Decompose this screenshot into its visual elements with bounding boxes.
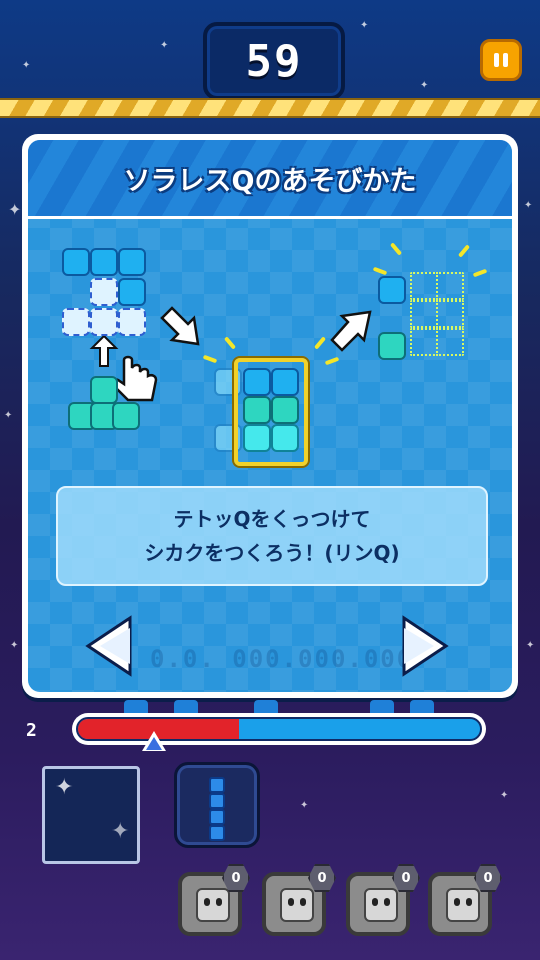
piece-tile [209, 825, 225, 841]
eye [384, 898, 390, 906]
character-face-icon [196, 888, 230, 922]
block-tile [90, 248, 118, 276]
block-peek [254, 700, 278, 714]
sparkle-ray [372, 266, 388, 276]
block-tile [243, 424, 271, 452]
hold-slot[interactable]: ✦ ✦ [42, 766, 140, 864]
block-tile [62, 248, 90, 276]
background-score-text: 0.0. 000.000.000 [150, 645, 414, 673]
eye [466, 898, 472, 906]
cleared-slot [436, 300, 464, 328]
block-tile [118, 278, 146, 306]
block-tile [271, 368, 299, 396]
cleared-slot [410, 328, 438, 356]
block-tile [378, 332, 406, 360]
pause-button[interactable] [480, 39, 522, 81]
sparkle-ray [313, 336, 327, 350]
eye [216, 898, 222, 906]
cleared-slot [410, 272, 438, 300]
block-tile [112, 402, 140, 430]
sparkle-icon: ✦ [111, 819, 130, 844]
tutorial-line-2: シカクをつくろう！(リンQ) [144, 541, 400, 565]
sparkle-ray [223, 336, 237, 350]
tutorial-panel-body: ソラレスQのあそびかた テトッQをくっつけて シカクをつくろう！(リンQ) 0.… [28, 140, 512, 692]
block-tile [243, 368, 271, 396]
score-value: 59 [245, 35, 303, 87]
character-face-icon [446, 888, 480, 922]
arrow-down-right-icon [160, 306, 200, 346]
cleared-slot [410, 300, 438, 328]
tutorial-panel: ソラレスQのあそびかた テトッQをくっつけて シカクをつくろう！(リンQ) 0.… [22, 134, 518, 698]
header-divider [0, 98, 540, 118]
block-tile [90, 376, 118, 404]
empty-slot [90, 308, 118, 336]
empty-slot [62, 308, 90, 336]
character-face-icon [280, 888, 314, 922]
progress-marker-icon [146, 737, 162, 750]
eye [288, 898, 294, 906]
level-number: 2 [26, 720, 37, 741]
arrow-right-icon[interactable] [400, 610, 450, 682]
block-peek [174, 700, 198, 714]
sparkle-icon: ✦ [55, 775, 74, 800]
level-progress-bar [72, 713, 486, 745]
empty-slot [90, 278, 118, 306]
sparkle-ray [389, 242, 403, 256]
sparkle-ray [457, 244, 471, 258]
block-tile [243, 396, 271, 424]
cleared-slot [436, 272, 464, 300]
cleared-slot [436, 328, 464, 356]
eye [300, 898, 306, 906]
block-peek [370, 700, 394, 714]
empty-slot [118, 308, 146, 336]
pause-icon [494, 53, 499, 67]
arrow-left-icon[interactable] [84, 610, 134, 682]
sparkle-ray [202, 354, 218, 364]
piece-tile [209, 809, 225, 825]
block-peek [124, 700, 148, 714]
tutorial-description: テトッQをくっつけて シカクをつくろう！(リンQ) [56, 486, 488, 586]
arrow-up-right-icon [330, 310, 372, 352]
timer-display: 59 [203, 22, 345, 100]
next-piece-slot[interactable] [174, 762, 260, 848]
eye [372, 898, 378, 906]
piece-tile [209, 777, 225, 793]
pause-icon-bar [503, 53, 508, 67]
block-tile [271, 396, 299, 424]
progress-track [76, 717, 482, 741]
piece-tile [209, 793, 225, 809]
character-face-icon [364, 888, 398, 922]
eye [454, 898, 460, 906]
block-peek [410, 700, 434, 714]
sparkle-ray [324, 356, 340, 366]
eye [204, 898, 210, 906]
block-tile [271, 424, 299, 452]
tutorial-line-1: テトッQをくっつけて [173, 507, 371, 531]
block-tile [118, 248, 146, 276]
block-tile [378, 276, 406, 304]
sparkle-ray [472, 268, 488, 278]
